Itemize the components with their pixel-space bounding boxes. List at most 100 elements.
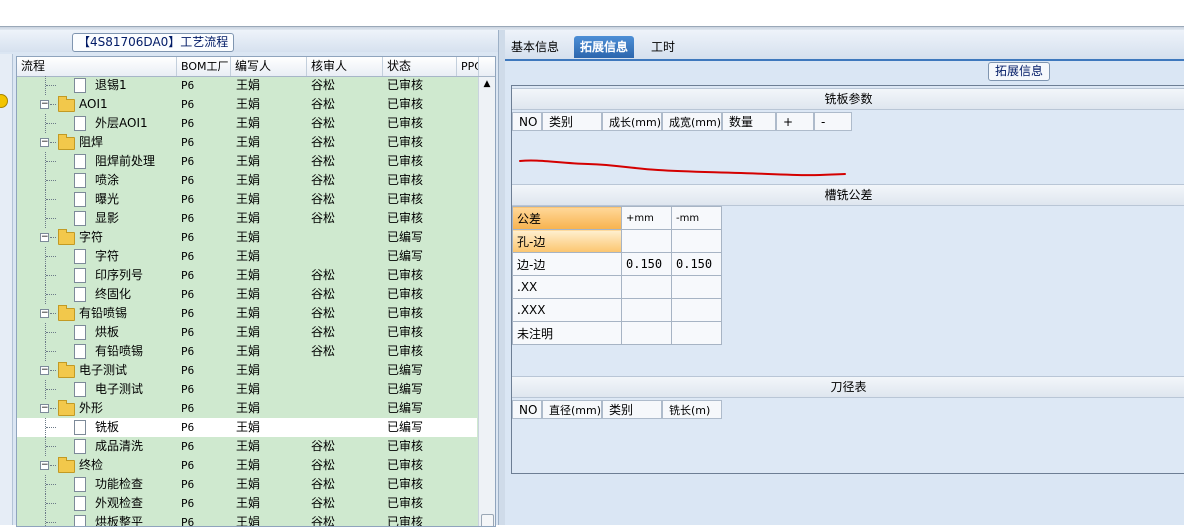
tree-step-name: 喷涂 (95, 173, 120, 187)
tree-folder-row[interactable]: − 终检 P6 王娟 谷松 已审核 (17, 456, 477, 475)
tolerance-plus-cell[interactable] (621, 275, 672, 299)
tree-step-name: 外形 (79, 401, 104, 415)
tree-status: 已审核 (387, 173, 424, 187)
document-icon (74, 287, 86, 302)
detail-panel: 基本信息 拓展信息 工时 拓展信息 铣板参数 NO 类别 成长(mm) 成宽(m… (505, 30, 1184, 525)
tolerance-plus-cell[interactable] (621, 298, 672, 322)
mp-col-category[interactable]: 类别 (542, 112, 602, 131)
tolerance-minus-cell[interactable]: 0.150 (671, 252, 722, 276)
tree-row[interactable]: 功能检查 P6 王娟 谷松 已审核 (17, 475, 477, 494)
tree-writer: 王娟 (236, 135, 261, 149)
tree-bom-factory: P6 (181, 440, 195, 453)
tree-folder-row[interactable]: − 阻焊 P6 王娟 谷松 已审核 (17, 133, 477, 152)
tree-step-name: 电子测试 (95, 382, 144, 396)
scroll-up-arrow-icon[interactable]: ▲ (479, 77, 495, 91)
collapsed-side-strip[interactable] (0, 54, 13, 525)
column-header-process[interactable]: 流程 (17, 57, 177, 76)
tree-row[interactable]: 烘板 P6 王娟 谷松 已审核 (17, 323, 477, 342)
tree-status: 已审核 (387, 458, 424, 472)
tolerance-minus-cell[interactable] (671, 275, 722, 299)
tab-work-hours[interactable]: 工时 (645, 36, 681, 58)
tree-connector (46, 275, 56, 276)
tree-row[interactable]: 曝光 P6 王娟 谷松 已审核 (17, 190, 477, 209)
tree-status: 已审核 (387, 135, 424, 149)
mp-col-length[interactable]: 成长(mm) (602, 112, 662, 131)
tree-status: 已审核 (387, 325, 424, 339)
tree-connector (46, 161, 56, 162)
tree-folder-row[interactable]: − 外形 P6 王娟 已编写 (17, 399, 477, 418)
mp-col-plus[interactable]: + (776, 112, 814, 131)
folder-icon (58, 96, 75, 112)
tolerance-row-label: 孔-边 (512, 229, 622, 253)
tolerance-minus-cell[interactable] (671, 298, 722, 322)
tree-writer: 王娟 (236, 78, 261, 92)
tree-row[interactable]: 显影 P6 王娟 谷松 已审核 (17, 209, 477, 228)
tree-row[interactable]: 电子测试 P6 王娟 已编写 (17, 380, 477, 399)
tolerance-plus-cell[interactable]: 0.150 (621, 252, 672, 276)
tab-basic-info[interactable]: 基本信息 (505, 36, 565, 58)
tolerance-row: .XX (512, 275, 722, 299)
tree-row[interactable]: 外观检查 P6 王娟 谷松 已审核 (17, 494, 477, 513)
tree-bom-factory: P6 (181, 231, 195, 244)
tree-folder-row[interactable]: − 字符 P6 王娟 已编写 (17, 228, 477, 247)
tree-step-name: 有铅喷锡 (79, 306, 128, 320)
tree-row[interactable]: 外层AOI1 P6 王娟 谷松 已审核 (17, 114, 477, 133)
tab-extended-info[interactable]: 拓展信息 (574, 36, 635, 58)
tolerance-plus-cell[interactable] (621, 229, 672, 253)
tt-col-diameter[interactable]: 直径(mm) (542, 400, 602, 419)
tree-bom-factory: P6 (181, 155, 195, 168)
collapse-toggle-icon[interactable]: − (40, 366, 49, 375)
tree-step-name: 外观检查 (95, 496, 144, 510)
mp-col-minus[interactable]: - (814, 112, 852, 131)
tt-col-category[interactable]: 类别 (602, 400, 662, 419)
tree-bom-factory: P6 (181, 269, 195, 282)
tree-row[interactable]: 铣板 P6 王娟 已编写 (17, 418, 477, 437)
tree-writer: 王娟 (236, 116, 261, 130)
mp-col-no[interactable]: NO (512, 112, 542, 131)
column-header-ppc[interactable]: PPC (457, 57, 479, 76)
tree-writer: 王娟 (236, 325, 261, 339)
tree-row[interactable]: 终固化 P6 王娟 谷松 已审核 (17, 285, 477, 304)
collapse-toggle-icon[interactable]: − (40, 138, 49, 147)
tolerance-row: .XXX (512, 298, 722, 322)
tree-row[interactable]: 字符 P6 王娟 已编写 (17, 247, 477, 266)
collapse-toggle-icon[interactable]: − (40, 233, 49, 242)
tree-folder-row[interactable]: − 有铅喷锡 P6 王娟 谷松 已审核 (17, 304, 477, 323)
tree-writer: 王娟 (236, 477, 261, 491)
mp-col-quantity[interactable]: 数量 (722, 112, 776, 131)
mp-col-width[interactable]: 成宽(mm) (662, 112, 722, 131)
collapse-toggle-icon[interactable]: − (40, 461, 49, 470)
tree-connector (50, 465, 56, 466)
collapse-toggle-icon[interactable]: − (40, 100, 49, 109)
tree-reviewer: 谷松 (311, 116, 336, 130)
tree-connector (46, 351, 56, 352)
column-header-writer[interactable]: 编写人 (231, 57, 307, 76)
tree-step-name: 阻焊 (79, 135, 104, 149)
tab-bar: 基本信息 拓展信息 工时 (505, 30, 1184, 61)
collapse-toggle-icon[interactable]: − (40, 404, 49, 413)
column-header-reviewer[interactable]: 核审人 (307, 57, 383, 76)
vertical-scrollbar[interactable]: ▲ (478, 77, 495, 526)
tree-folder-row[interactable]: − AOI1 P6 王娟 谷松 已审核 (17, 95, 477, 114)
tolerance-plus-cell[interactable] (621, 321, 672, 345)
tt-col-milling-length[interactable]: 铣长(m) (662, 400, 722, 419)
tree-connector (46, 503, 56, 504)
tolerance-minus-cell[interactable] (671, 229, 722, 253)
tree-row[interactable]: 退锡1 P6 王娟 谷松 已审核 (17, 76, 477, 95)
tree-writer: 王娟 (236, 439, 261, 453)
tt-col-no[interactable]: NO (512, 400, 542, 419)
tree-writer: 王娟 (236, 420, 261, 434)
tree-row[interactable]: 成品清洗 P6 王娟 谷松 已审核 (17, 437, 477, 456)
tree-row[interactable]: 印序列号 P6 王娟 谷松 已审核 (17, 266, 477, 285)
tree-row[interactable]: 阻焊前处理 P6 王娟 谷松 已审核 (17, 152, 477, 171)
scroll-thumb[interactable] (481, 514, 494, 526)
column-header-bom-factory[interactable]: BOM工厂 (177, 57, 231, 76)
tree-row[interactable]: 有铅喷锡 P6 王娟 谷松 已审核 (17, 342, 477, 361)
tree-folder-row[interactable]: − 电子测试 P6 王娟 已编写 (17, 361, 477, 380)
collapse-toggle-icon[interactable]: − (40, 309, 49, 318)
column-header-status[interactable]: 状态 (383, 57, 457, 76)
tree-status: 已审核 (387, 439, 424, 453)
tree-row[interactable]: 喷涂 P6 王娟 谷松 已审核 (17, 171, 477, 190)
folder-icon (58, 305, 75, 321)
tolerance-minus-cell[interactable] (671, 321, 722, 345)
